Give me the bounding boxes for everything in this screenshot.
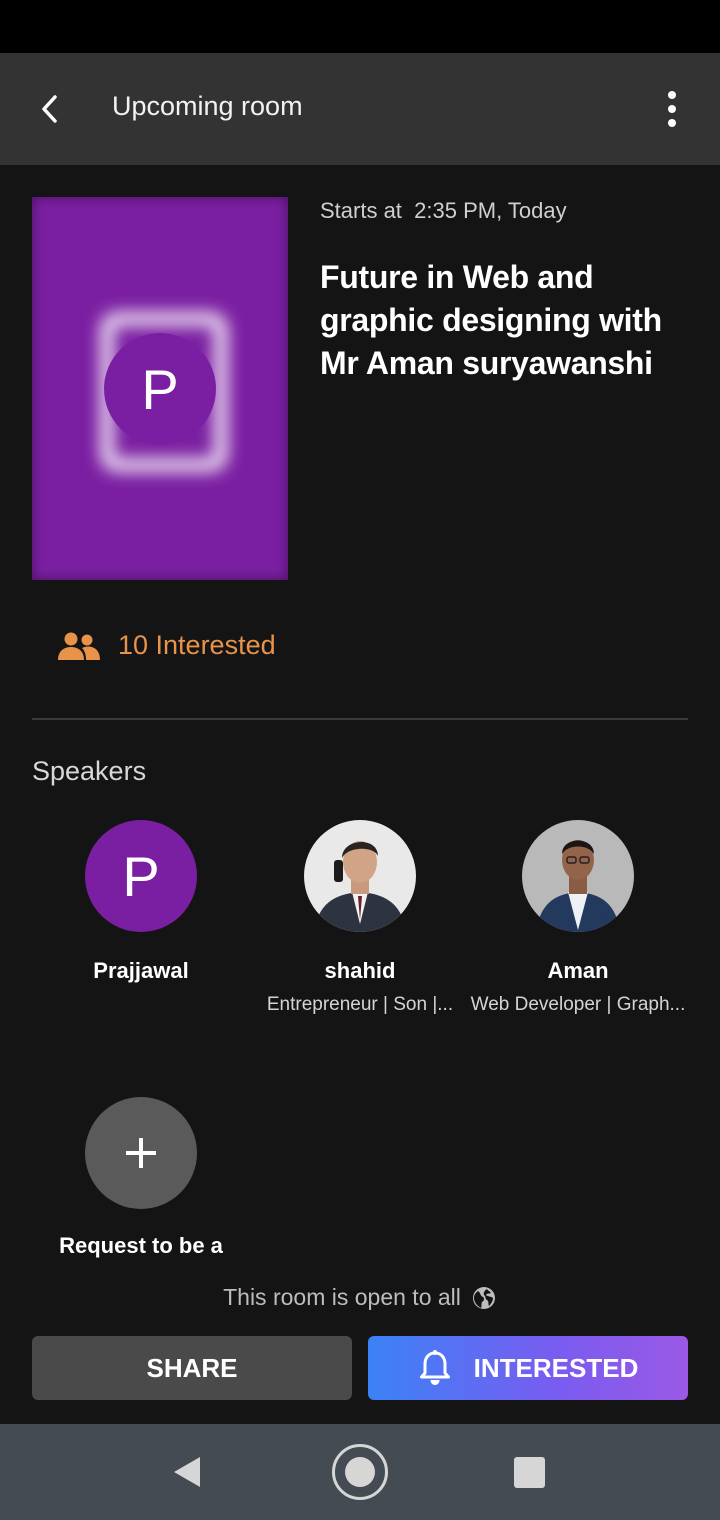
globe-icon [472, 1286, 495, 1309]
more-vert-dot [668, 105, 676, 113]
interested-count: 10 Interested [58, 630, 276, 661]
more-options-button[interactable] [648, 81, 696, 137]
start-time: Starts at 2:35 PM, Today [320, 198, 567, 224]
more-vert-dot [668, 119, 676, 127]
speaker-name: Aman [547, 958, 609, 983]
room-cover-image: P [32, 197, 288, 580]
people-icon [58, 632, 100, 660]
speaker-bio: Web Developer | Graph... [470, 994, 686, 1015]
speaker-photo [304, 820, 416, 932]
page-title: Upcoming room [112, 91, 303, 121]
avatar: P [85, 820, 197, 932]
nav-home-button[interactable] [332, 1444, 388, 1500]
speakers-heading: Speakers [32, 756, 147, 786]
arrow-back-icon [42, 95, 57, 123]
home-icon [345, 1457, 375, 1487]
nav-back-icon[interactable] [170, 1454, 204, 1490]
app-bar: Upcoming room [0, 53, 720, 165]
bell-icon [419, 1350, 450, 1385]
speaker-prajjawal[interactable]: P Prajjawal [32, 820, 250, 984]
cover-avatar: P [104, 333, 216, 445]
interested-text: 10 Interested [118, 630, 276, 660]
plus-icon [85, 1097, 197, 1209]
room-title: Future in Web and graphic designing with… [320, 259, 662, 381]
speaker-bio: Entrepreneur | Son |... [266, 994, 454, 1015]
nav-recents-button[interactable] [514, 1457, 545, 1488]
speaker-name: shahid [324, 958, 396, 983]
more-vert-icon [668, 91, 676, 99]
share-button[interactable]: SHARE [32, 1336, 352, 1400]
open-note-text: This room is open to all [223, 1284, 461, 1310]
bottom-panel: This room is open to all SHARE INTERESTE… [0, 1260, 720, 1424]
avatar [304, 820, 416, 932]
system-nav-bar [0, 1424, 720, 1520]
start-time-value: 2:35 PM, Today [414, 198, 567, 223]
status-bar [0, 0, 720, 53]
interested-button-label: INTERESTED [473, 1352, 639, 1383]
start-label: Starts at [320, 198, 402, 223]
speaker-photo [522, 820, 634, 932]
speaker-shahid[interactable]: shahid Entrepreneur | Son |... [251, 820, 469, 1016]
avatar [522, 820, 634, 932]
divider [32, 718, 688, 720]
speaker-name: Prajjawal [93, 958, 189, 983]
request-to-speak-button[interactable]: Request to be a [32, 1097, 250, 1259]
request-label: Request to be a [59, 1233, 223, 1258]
interested-button[interactable]: INTERESTED [368, 1336, 688, 1400]
open-note: This room is open to all [0, 1284, 720, 1311]
back-button[interactable] [22, 81, 78, 137]
speaker-aman[interactable]: Aman Web Developer | Graph... [469, 820, 687, 1016]
